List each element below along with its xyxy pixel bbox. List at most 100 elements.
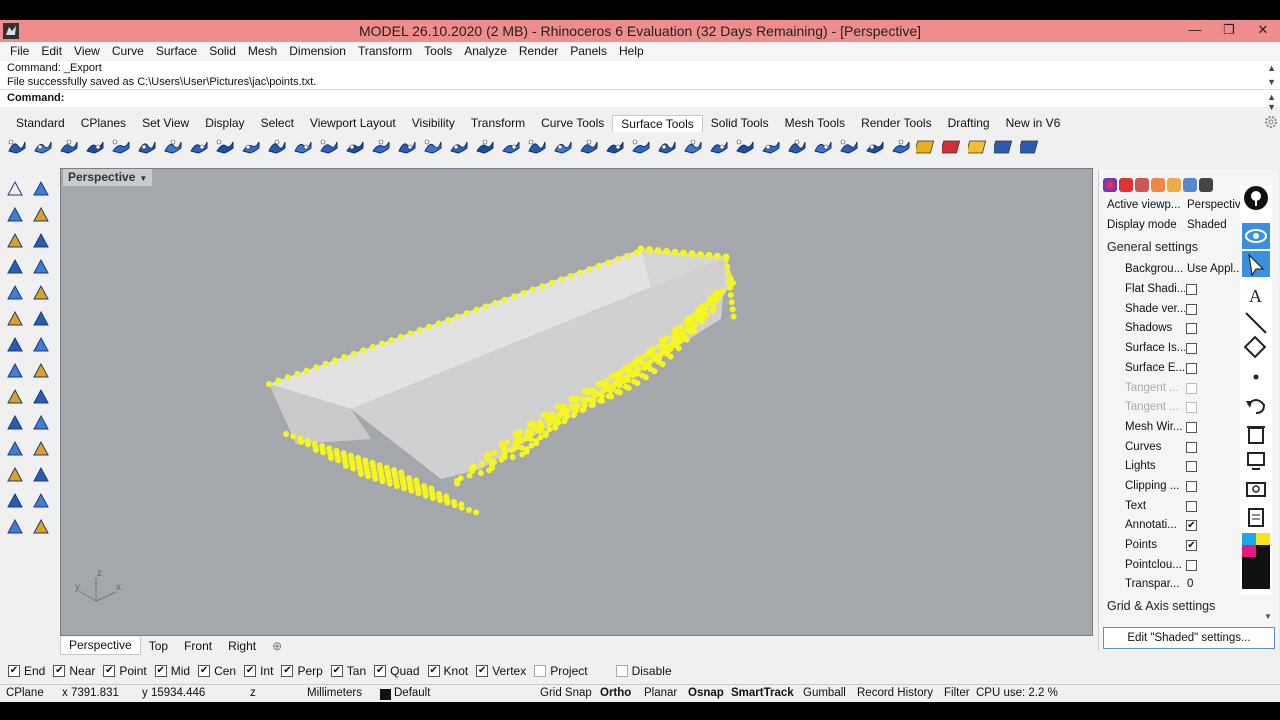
boolean-union-icon[interactable]: [31, 361, 51, 381]
perspective-viewport[interactable]: Perspective ▼ x y z: [60, 168, 1093, 636]
planar-toggle[interactable]: Planar: [644, 685, 677, 702]
trim-icon[interactable]: [500, 136, 522, 158]
close-button[interactable]: ✕: [1246, 20, 1280, 42]
tab-drafting[interactable]: Drafting: [940, 115, 998, 131]
zebra-analysis-icon[interactable]: [913, 136, 938, 158]
ground-plane-icon[interactable]: [1151, 178, 1165, 192]
display-option-checkbox[interactable]: [1186, 323, 1197, 335]
viewport-tab-front[interactable]: Front: [176, 638, 220, 655]
osnap-project[interactable]: Project: [534, 664, 588, 678]
undo-icon[interactable]: [1246, 399, 1266, 414]
osnap-end[interactable]: ✔ End: [8, 664, 45, 678]
grid-axis-settings-header[interactable]: Grid & Axis settings: [1107, 599, 1215, 613]
command-spin-icon[interactable]: ▲ ▼: [1267, 92, 1276, 112]
tab-set-view[interactable]: Set View: [134, 115, 197, 131]
circle-icon[interactable]: [5, 231, 25, 251]
dupe-edge-icon[interactable]: [890, 136, 912, 158]
rectangular-plane-icon[interactable]: [84, 136, 106, 158]
display-option-checkbox[interactable]: [1186, 343, 1197, 355]
osnap-tan[interactable]: ✔ Tan: [330, 664, 366, 678]
tab-new-in-v6[interactable]: New in V6: [998, 115, 1069, 131]
menu-file[interactable]: File: [4, 44, 35, 58]
extend-icon[interactable]: [344, 136, 366, 158]
box-icon[interactable]: [5, 335, 25, 355]
display-option-checkbox[interactable]: [1186, 441, 1197, 453]
osnap-knot[interactable]: ✔ Knot: [427, 664, 468, 678]
camera-icon[interactable]: [1246, 482, 1266, 497]
fit-icon[interactable]: [630, 136, 652, 158]
shrink-icon[interactable]: [682, 136, 704, 158]
pyramid-icon[interactable]: [31, 413, 51, 433]
osnap-checkbox[interactable]: ✔: [281, 665, 294, 677]
trash-icon[interactable]: [1247, 426, 1265, 444]
osnap-disable[interactable]: Disable: [615, 664, 672, 678]
cylinder-icon[interactable]: [31, 335, 51, 355]
tab-standard[interactable]: Standard: [8, 115, 73, 131]
osnap-near[interactable]: ✔ Near: [53, 664, 95, 678]
arc-icon[interactable]: [31, 231, 51, 251]
eye-icon[interactable]: [1242, 223, 1270, 249]
display-option-checkbox[interactable]: [1186, 481, 1197, 492]
point-icon[interactable]: [31, 179, 51, 199]
join-icon[interactable]: [838, 136, 860, 158]
cone-icon[interactable]: [5, 413, 25, 433]
osnap-checkbox[interactable]: ✔: [476, 665, 489, 677]
revolve-icon[interactable]: [214, 136, 236, 158]
osnap-checkbox[interactable]: [534, 665, 547, 677]
tab-render-tools[interactable]: Render Tools: [853, 115, 940, 131]
units[interactable]: Millimeters: [307, 685, 362, 702]
dot-icon[interactable]: [1253, 374, 1259, 380]
tab-select[interactable]: Select: [253, 115, 302, 131]
folder-icon[interactable]: [1167, 178, 1181, 192]
tab-curve-tools[interactable]: Curve Tools: [533, 115, 612, 131]
menu-transform[interactable]: Transform: [352, 44, 418, 58]
extrude-curve-icon[interactable]: [136, 136, 158, 158]
menu-solid[interactable]: Solid: [203, 44, 242, 58]
chamfer-icon[interactable]: [31, 465, 51, 485]
materials-icon[interactable]: [1119, 178, 1133, 192]
unroll-icon[interactable]: [604, 136, 626, 158]
filter-toggle[interactable]: Filter: [944, 685, 970, 702]
layer-color-swatch[interactable]: [380, 689, 391, 700]
boolean-icon[interactable]: [864, 136, 886, 158]
menu-panels[interactable]: Panels: [564, 44, 613, 58]
menu-tools[interactable]: Tools: [418, 44, 458, 58]
dimension-icon[interactable]: [31, 491, 51, 511]
sphere-icon[interactable]: [5, 283, 25, 303]
current-layer[interactable]: Default: [394, 685, 430, 702]
display-option-checkbox[interactable]: ✔: [1186, 540, 1197, 552]
osnap-mid[interactable]: ✔ Mid: [154, 664, 190, 678]
osnap-int[interactable]: ✔ Int: [244, 664, 273, 678]
fillet-icon[interactable]: [5, 465, 25, 485]
select-arrow-icon[interactable]: [1242, 251, 1270, 277]
cplane-label[interactable]: CPlane: [6, 685, 44, 702]
osnap-point[interactable]: ✔ Point: [103, 664, 147, 678]
rotate-icon[interactable]: [31, 309, 51, 329]
gumball-toggle[interactable]: Gumball: [803, 685, 846, 702]
polyline-icon[interactable]: [5, 205, 25, 225]
tab-transform[interactable]: Transform: [463, 115, 533, 131]
minimize-button[interactable]: —: [1178, 20, 1212, 42]
cap-icon[interactable]: [786, 136, 808, 158]
menu-surface[interactable]: Surface: [150, 44, 203, 58]
osnap-checkbox[interactable]: ✔: [8, 665, 20, 677]
restore-button[interactable]: ❐: [1212, 20, 1246, 42]
sweep-2-icon[interactable]: [188, 136, 210, 158]
display-option-checkbox[interactable]: [1186, 284, 1197, 295]
extrude-icon[interactable]: [5, 361, 25, 381]
rail-revolve-icon[interactable]: [240, 136, 262, 158]
tab-mesh-tools[interactable]: Mesh Tools: [777, 115, 853, 131]
menu-edit[interactable]: Edit: [35, 44, 68, 58]
edge-tools-icon[interactable]: [991, 136, 1016, 158]
grid-tools-icon[interactable]: [1017, 136, 1042, 158]
add-viewport-icon[interactable]: ⊕: [264, 638, 290, 655]
merge-icon[interactable]: [578, 136, 600, 158]
offset-icon[interactable]: [422, 136, 444, 158]
adjust-seam-icon[interactable]: [708, 136, 730, 158]
join-icon[interactable]: [31, 439, 51, 459]
ellipsoid-icon[interactable]: [31, 283, 51, 303]
tab-solid-tools[interactable]: Solid Tools: [703, 115, 777, 131]
display-option-checkbox[interactable]: ✔: [1186, 520, 1197, 532]
osnap-checkbox[interactable]: ✔: [198, 665, 211, 677]
osnap-quad[interactable]: ✔ Quad: [374, 664, 420, 678]
